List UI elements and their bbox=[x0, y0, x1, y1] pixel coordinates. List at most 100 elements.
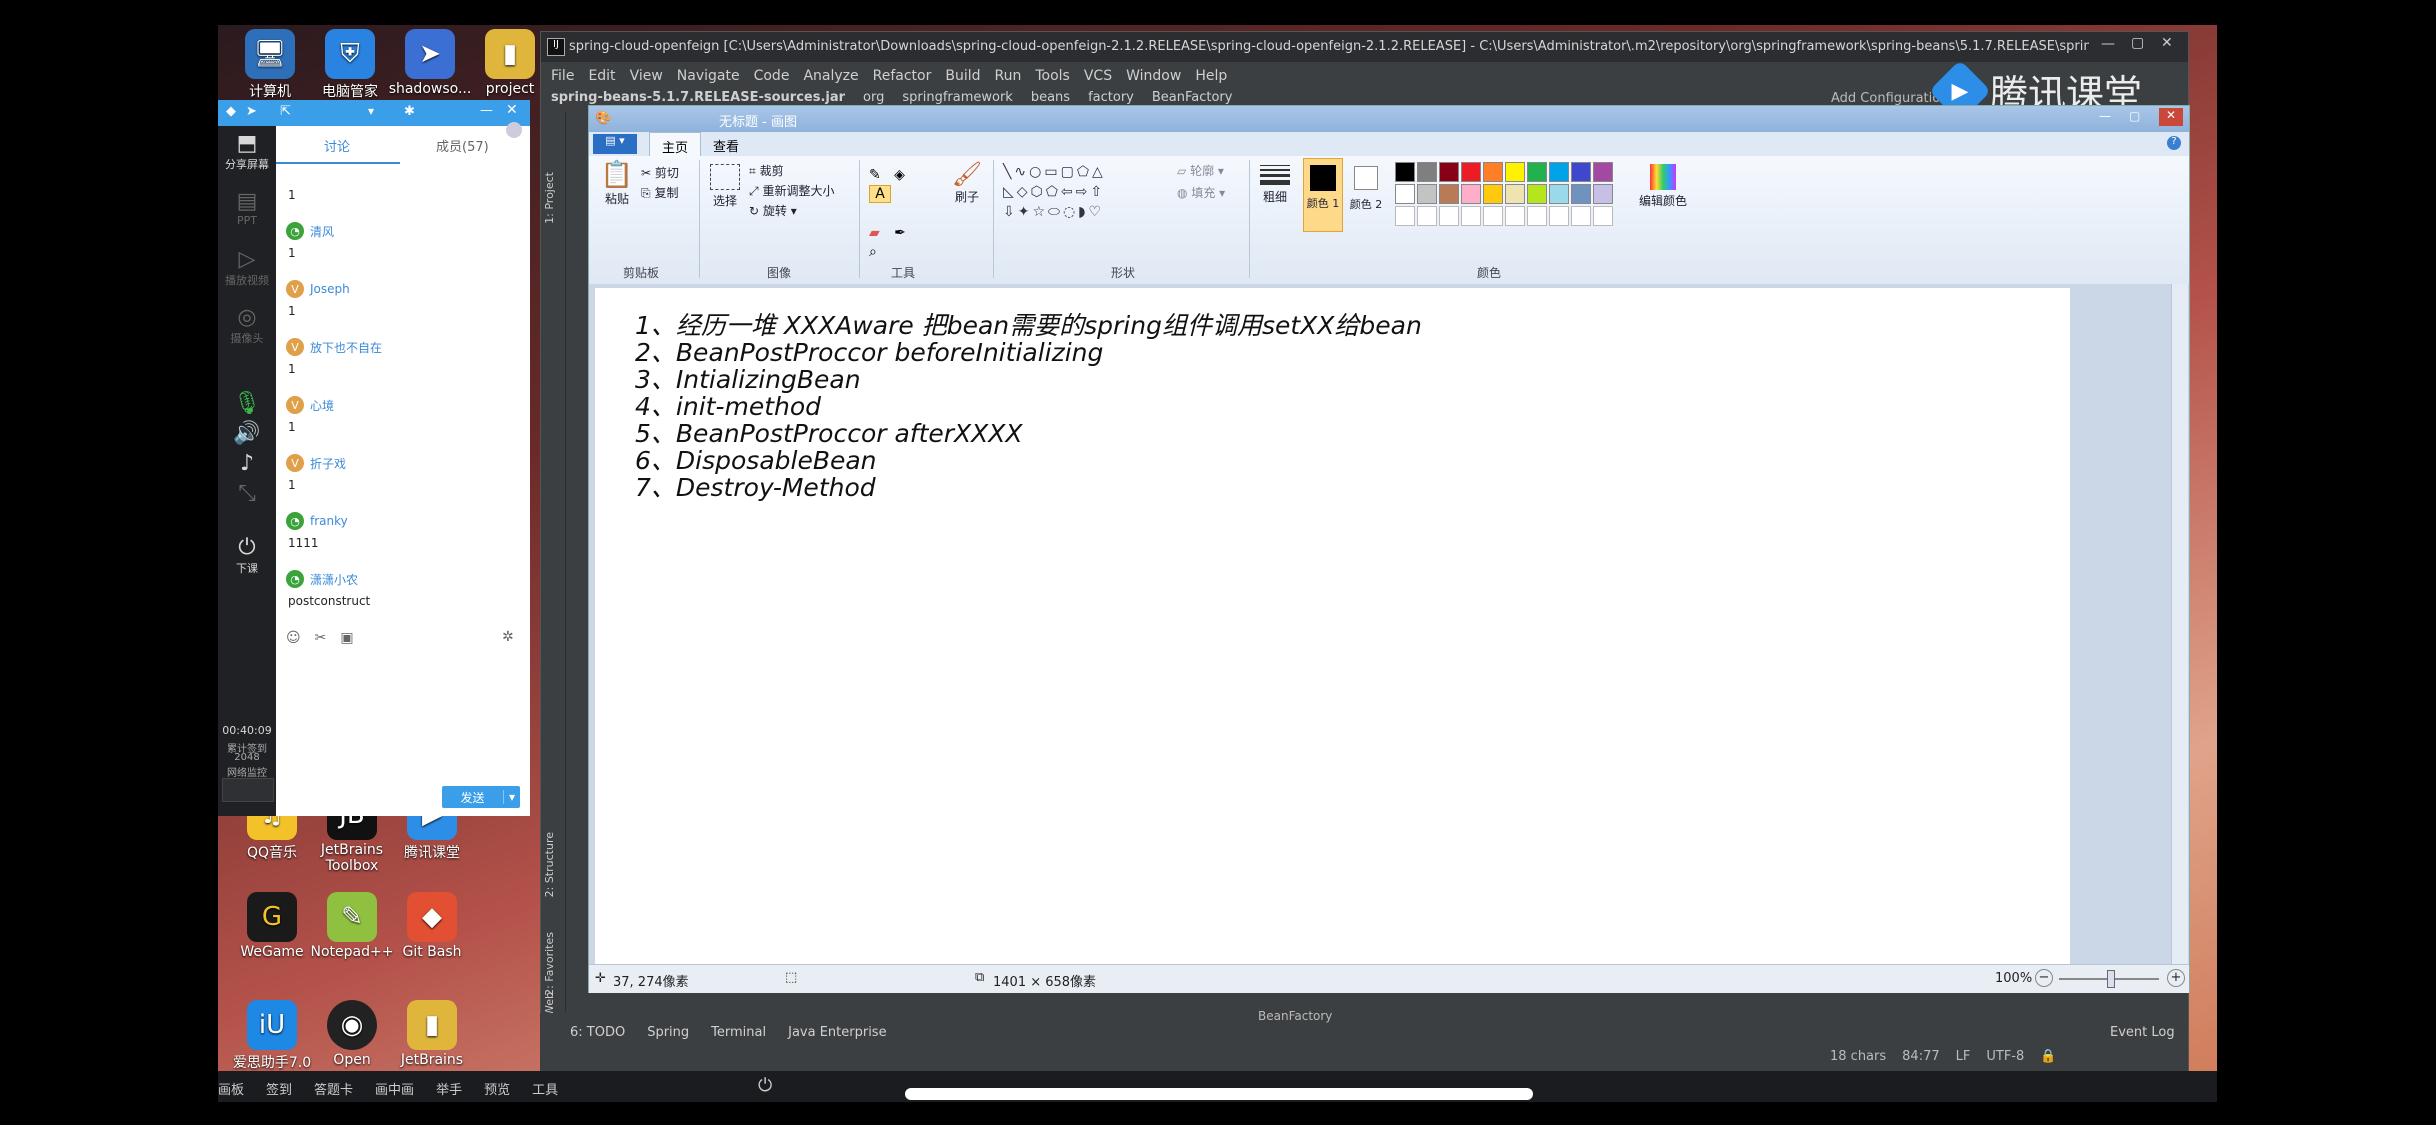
emoji-icon[interactable]: ☺ bbox=[286, 630, 301, 646]
menu-code[interactable]: Code bbox=[754, 68, 790, 84]
crop-button[interactable]: ⌗ 裁剪 bbox=[749, 162, 784, 179]
color2-button[interactable]: 颜色 2 bbox=[1347, 158, 1385, 212]
edit-colors-button[interactable]: 编辑颜色 bbox=[1635, 160, 1691, 209]
side-tab-structure[interactable]: 2: Structure bbox=[543, 832, 556, 897]
menu-vcs[interactable]: VCS bbox=[1084, 68, 1112, 84]
tab-todo[interactable]: 6: TODO bbox=[570, 1025, 625, 1040]
palette-swatch-empty[interactable] bbox=[1571, 206, 1591, 226]
pencil-icon[interactable]: ✎ bbox=[869, 167, 889, 183]
panel-minimize-button[interactable]: — bbox=[480, 103, 493, 118]
brush-button[interactable]: 🖌 刷子 bbox=[949, 160, 985, 205]
avatar[interactable]: ◔ bbox=[286, 570, 304, 588]
zoom-out-button[interactable]: − bbox=[2035, 969, 2053, 987]
menu-build[interactable]: Build bbox=[945, 68, 980, 84]
home-indicator[interactable] bbox=[905, 1088, 1533, 1100]
fullscreen-button[interactable]: ⤡ bbox=[218, 482, 276, 506]
taskbar-whiteboard[interactable]: 画板 bbox=[218, 1079, 244, 1098]
palette-swatch-empty[interactable] bbox=[1417, 206, 1437, 226]
copy-button[interactable]: ⎘ 复制 bbox=[641, 184, 678, 201]
side-tab-favorites[interactable]: 2: Favorites bbox=[543, 932, 556, 996]
eraser-icon[interactable]: ▰ bbox=[869, 225, 889, 241]
send-button[interactable]: 发送 ▾ bbox=[442, 786, 520, 808]
palette-swatch-empty[interactable] bbox=[1527, 206, 1547, 226]
taskbar-answer-card[interactable]: 答题卡 bbox=[314, 1079, 353, 1098]
lock-icon[interactable]: 🔒 bbox=[2040, 1049, 2056, 1064]
rotate-button[interactable]: ↻ 旋转 ▾ bbox=[749, 202, 797, 219]
fill-icon[interactable]: ◈ bbox=[894, 167, 914, 183]
scissors-icon[interactable]: ✂ bbox=[315, 630, 327, 646]
home-icon[interactable]: ◆ bbox=[226, 104, 236, 119]
palette-swatch[interactable] bbox=[1483, 184, 1503, 204]
breadcrumb-org[interactable]: org bbox=[863, 90, 884, 105]
palette-swatch[interactable] bbox=[1571, 162, 1591, 182]
breadcrumb-beanfactory[interactable]: BeanFactory bbox=[1152, 90, 1233, 105]
microphone-button[interactable]: 🎙 bbox=[218, 392, 276, 416]
avatar[interactable]: V bbox=[286, 396, 304, 414]
close-button[interactable]: ✕ bbox=[2161, 35, 2173, 51]
menu-navigate[interactable]: Navigate bbox=[677, 68, 740, 84]
taskbar-pip[interactable]: 画中画 bbox=[375, 1079, 414, 1098]
menu-run[interactable]: Run bbox=[995, 68, 1022, 84]
play-video-button[interactable]: ▷ 播放视频 bbox=[218, 248, 276, 288]
palette-swatch[interactable] bbox=[1461, 184, 1481, 204]
forward-icon[interactable]: ➤ bbox=[246, 104, 257, 119]
paint-maximize-button[interactable]: ▢ bbox=[2129, 109, 2140, 123]
vertical-scrollbar[interactable] bbox=[2171, 284, 2188, 964]
breadcrumb-beans[interactable]: beans bbox=[1031, 90, 1070, 105]
avatar[interactable]: ◔ bbox=[286, 222, 304, 240]
magnifier-icon[interactable]: ⌕ bbox=[869, 244, 889, 260]
fill-button[interactable]: ◍ 填充 ▾ bbox=[1177, 184, 1225, 201]
color1-button[interactable]: 颜色 1 bbox=[1303, 158, 1343, 232]
speaker-button[interactable]: 🔊 bbox=[218, 422, 276, 446]
paste-button[interactable]: 📋 粘贴 bbox=[599, 160, 635, 207]
zoom-slider-thumb[interactable] bbox=[2107, 970, 2115, 988]
palette-swatch[interactable] bbox=[1505, 162, 1525, 182]
palette-swatch-empty[interactable] bbox=[1593, 206, 1613, 226]
event-log-button[interactable]: Event Log bbox=[2110, 1025, 2175, 1040]
message-sender[interactable]: V 折子戏 bbox=[286, 454, 346, 472]
dropdown-icon[interactable]: ▾ bbox=[368, 104, 374, 118]
zoom-in-button[interactable]: + bbox=[2167, 969, 2185, 987]
message-sender[interactable]: V Joseph bbox=[286, 280, 350, 298]
paint-close-button[interactable]: ✕ bbox=[2159, 108, 2183, 126]
palette-swatch[interactable] bbox=[1527, 162, 1547, 182]
menu-edit[interactable]: Edit bbox=[588, 68, 615, 84]
tab-terminal[interactable]: Terminal bbox=[711, 1025, 766, 1040]
tab-spring[interactable]: Spring bbox=[647, 1025, 689, 1040]
palette-swatch-empty[interactable] bbox=[1461, 206, 1481, 226]
palette-swatch[interactable] bbox=[1505, 184, 1525, 204]
palette-swatch[interactable] bbox=[1461, 162, 1481, 182]
text-icon[interactable]: A bbox=[869, 185, 891, 203]
caret-position[interactable]: 84:77 bbox=[1902, 1049, 1939, 1064]
palette-swatch-empty[interactable] bbox=[1505, 206, 1525, 226]
menu-window[interactable]: Window bbox=[1126, 68, 1181, 84]
paint-minimize-button[interactable]: — bbox=[2099, 109, 2111, 123]
image-icon[interactable]: ▣ bbox=[340, 630, 353, 646]
message-sender[interactable]: ◔ 潇潇小农 bbox=[286, 570, 358, 588]
palette-swatch[interactable] bbox=[1571, 184, 1591, 204]
breadcrumb-springframework[interactable]: springframework bbox=[902, 90, 1012, 105]
palette-swatch[interactable] bbox=[1395, 162, 1415, 182]
message-sender[interactable]: ◔ 清风 bbox=[286, 222, 334, 240]
paint-menu-button[interactable]: ▤ ▾ bbox=[593, 134, 637, 154]
palette-swatch[interactable] bbox=[1549, 162, 1569, 182]
tab-java-enterprise[interactable]: Java Enterprise bbox=[788, 1025, 886, 1040]
file-encoding[interactable]: UTF-8 bbox=[1986, 1049, 2024, 1064]
settings-badge[interactable] bbox=[506, 122, 522, 138]
palette-swatch-empty[interactable] bbox=[1483, 206, 1503, 226]
palette-swatch[interactable] bbox=[1417, 162, 1437, 182]
palette-swatch[interactable] bbox=[1593, 184, 1613, 204]
avatar[interactable]: V bbox=[286, 338, 304, 356]
palette-swatch[interactable] bbox=[1483, 162, 1503, 182]
palette-swatch[interactable] bbox=[1395, 184, 1415, 204]
avatar[interactable]: V bbox=[286, 280, 304, 298]
palette-swatch[interactable] bbox=[1593, 162, 1613, 182]
taskbar-preview[interactable]: 预览 bbox=[484, 1079, 510, 1098]
breadcrumb-jar[interactable]: spring-beans-5.1.7.RELEASE-sources.jar bbox=[551, 90, 845, 105]
menu-help[interactable]: Help bbox=[1195, 68, 1227, 84]
select-button[interactable]: 选择 bbox=[707, 160, 743, 209]
avatar[interactable]: V bbox=[286, 454, 304, 472]
palette-swatch-empty[interactable] bbox=[1549, 206, 1569, 226]
send-options-icon[interactable]: ▾ bbox=[503, 790, 520, 804]
tab-view[interactable]: 查看 bbox=[713, 136, 739, 155]
